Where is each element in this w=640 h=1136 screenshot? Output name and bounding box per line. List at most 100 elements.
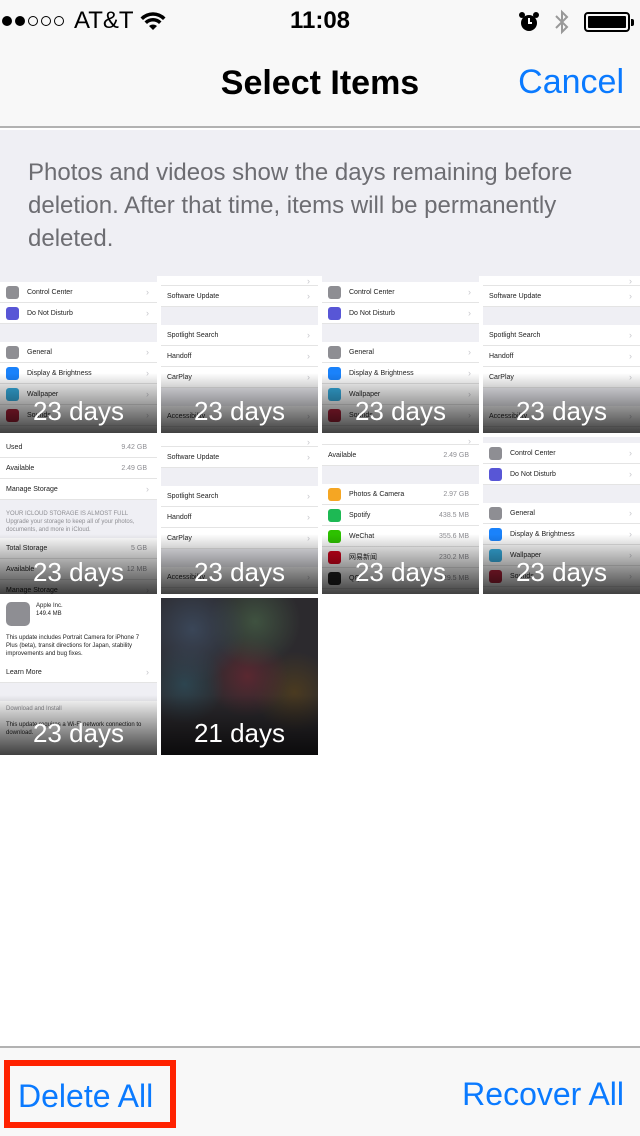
chevron-right-icon: › — [146, 347, 149, 357]
row-label: Do Not Disturb — [27, 309, 73, 317]
update-size: 149.4 MB — [36, 611, 62, 617]
days-remaining-label: 23 days — [32, 396, 125, 426]
photo-thumbnail[interactable]: › Software Update › Spotlight Search › Handof… — [483, 276, 640, 433]
thumb-row: Software Update › — [483, 286, 640, 307]
thumb-row: Do Not Disturb › — [483, 464, 640, 485]
thumb-row: Spotlight Search › — [161, 325, 318, 346]
row-label: Spotlight Search — [167, 492, 219, 500]
section-gap — [483, 485, 640, 503]
thumb-row: Control Center › — [483, 443, 640, 464]
update-header: Apple Inc. 149.4 MB — [0, 598, 157, 630]
chevron-right-icon: › — [307, 491, 310, 501]
row-label: Spotlight Search — [489, 331, 541, 339]
row-label: Handoff — [167, 513, 192, 521]
chevron-right-icon: › — [307, 452, 310, 462]
thumb-row: General › — [322, 342, 479, 363]
chevron-right-icon: › — [468, 347, 471, 357]
days-remaining-label: 21 days — [193, 718, 286, 748]
settings-icon — [489, 506, 502, 520]
chevron-right-icon: › — [307, 351, 310, 361]
chevron-right-icon: › — [307, 330, 310, 340]
storage-notice: YOUR ICLOUD STORAGE IS ALMOST FULL Upgrad… — [0, 500, 157, 538]
row-label: Used — [6, 443, 23, 451]
photo-thumbnail[interactable]: › Software Update › Spotlight Search › Handof… — [161, 276, 318, 433]
settings-icon — [489, 467, 502, 481]
thumb-row: Control Center › — [0, 282, 157, 303]
settings-gear-icon — [6, 602, 30, 626]
row-label: Do Not Disturb — [349, 309, 395, 317]
notice-title: YOUR ICLOUD STORAGE IS ALMOST FULL — [6, 511, 129, 517]
photo-thumbnail[interactable]: Control Center›Do Not Disturb›General›Di… — [0, 276, 157, 433]
photo-thumbnail[interactable]: › Available 2.49 GB Photos & Camera 2.97 GB S… — [322, 437, 479, 594]
bluetooth-icon — [555, 9, 569, 35]
thumb-row: Do Not Disturb › — [0, 303, 157, 324]
cancel-button[interactable]: Cancel — [518, 63, 624, 102]
row-value: 2.49 GB — [121, 464, 147, 472]
settings-icon — [6, 285, 19, 299]
navigation-bar: Select Items Cancel — [0, 40, 640, 128]
photo-thumbnail[interactable]: › Software Update › Spotlight Search › Handof… — [161, 437, 318, 594]
row-label: Software Update — [167, 292, 220, 300]
chevron-right-icon: › — [629, 330, 632, 340]
chevron-right-icon: › — [146, 484, 149, 494]
chevron-right-icon: › — [146, 308, 149, 318]
thumb-row: Learn More › — [0, 662, 157, 683]
chevron-right-icon: › — [307, 291, 310, 301]
thumb-row: Handoff › — [161, 507, 318, 528]
photo-thumbnail[interactable]: Apple Inc. 149.4 MB This update includes P… — [0, 598, 157, 755]
row-value: 9.42 GB — [121, 443, 147, 451]
row-label: General — [349, 348, 374, 356]
thumb-row: Available 2.49 GB — [0, 458, 157, 479]
photo-thumbnail[interactable]: Used 9.42 GB Available 2.49 GB Manage Storag… — [0, 437, 157, 594]
thumb-row: Photos & Camera 2.97 GB — [322, 484, 479, 505]
section-gap — [483, 307, 640, 325]
thumb-row: Spotlight Search › — [483, 325, 640, 346]
row-label: Handoff — [489, 352, 514, 360]
settings-icon — [328, 306, 341, 320]
days-remaining-label: 23 days — [354, 557, 447, 587]
notice-body: Upgrade your storage to keep all of your… — [6, 519, 135, 533]
recover-all-button[interactable]: Recover All — [462, 1076, 624, 1113]
photo-thumbnail[interactable]: Control Center›Do Not Disturb›General›Di… — [483, 437, 640, 594]
days-remaining-label: 23 days — [193, 396, 286, 426]
chevron-right-icon: › — [629, 508, 632, 518]
thumb-row: Manage Storage › — [0, 479, 157, 500]
photo-thumbnail[interactable]: 21 days — [161, 598, 318, 755]
photo-thumbnail[interactable]: Control Center›Do Not Disturb›General›Di… — [322, 276, 479, 433]
delete-all-button[interactable]: Delete All — [4, 1060, 176, 1128]
row-label: Manage Storage — [6, 485, 58, 493]
battery-icon — [584, 12, 634, 32]
settings-icon — [328, 345, 341, 359]
thumb-row: › — [483, 276, 640, 286]
bottom-toolbar: Delete All Recover All — [0, 1046, 640, 1136]
days-remaining-label: 23 days — [515, 557, 608, 587]
chevron-right-icon: › — [629, 276, 632, 286]
row-label: Handoff — [167, 352, 192, 360]
settings-icon — [328, 285, 341, 299]
section-gap — [161, 468, 318, 486]
section-gap — [322, 324, 479, 342]
days-remaining-label: 23 days — [32, 557, 125, 587]
thumb-row: Used 9.42 GB — [0, 437, 157, 458]
update-meta: Apple Inc. 149.4 MB — [36, 602, 63, 626]
chevron-right-icon: › — [307, 437, 310, 447]
chevron-right-icon: › — [468, 287, 471, 297]
chevron-right-icon: › — [307, 512, 310, 522]
row-value: 2.49 GB — [443, 451, 469, 459]
alarm-icon — [519, 12, 539, 31]
thumb-row: Spotify 438.5 MB — [322, 505, 479, 526]
row-label: Control Center — [349, 288, 395, 296]
chevron-right-icon: › — [468, 308, 471, 318]
thumb-row: › — [161, 437, 318, 447]
days-remaining-label: 23 days — [32, 718, 125, 748]
thumb-row: General › — [483, 503, 640, 524]
chevron-right-icon: › — [146, 287, 149, 297]
section-gap — [322, 466, 479, 484]
thumb-row: Handoff › — [483, 346, 640, 367]
thumb-row: Software Update › — [161, 447, 318, 468]
days-remaining-label: 23 days — [193, 557, 286, 587]
status-bar: AT&T 11:08 — [0, 0, 640, 40]
chevron-right-icon: › — [629, 448, 632, 458]
section-gap — [0, 324, 157, 342]
row-label: General — [27, 348, 52, 356]
